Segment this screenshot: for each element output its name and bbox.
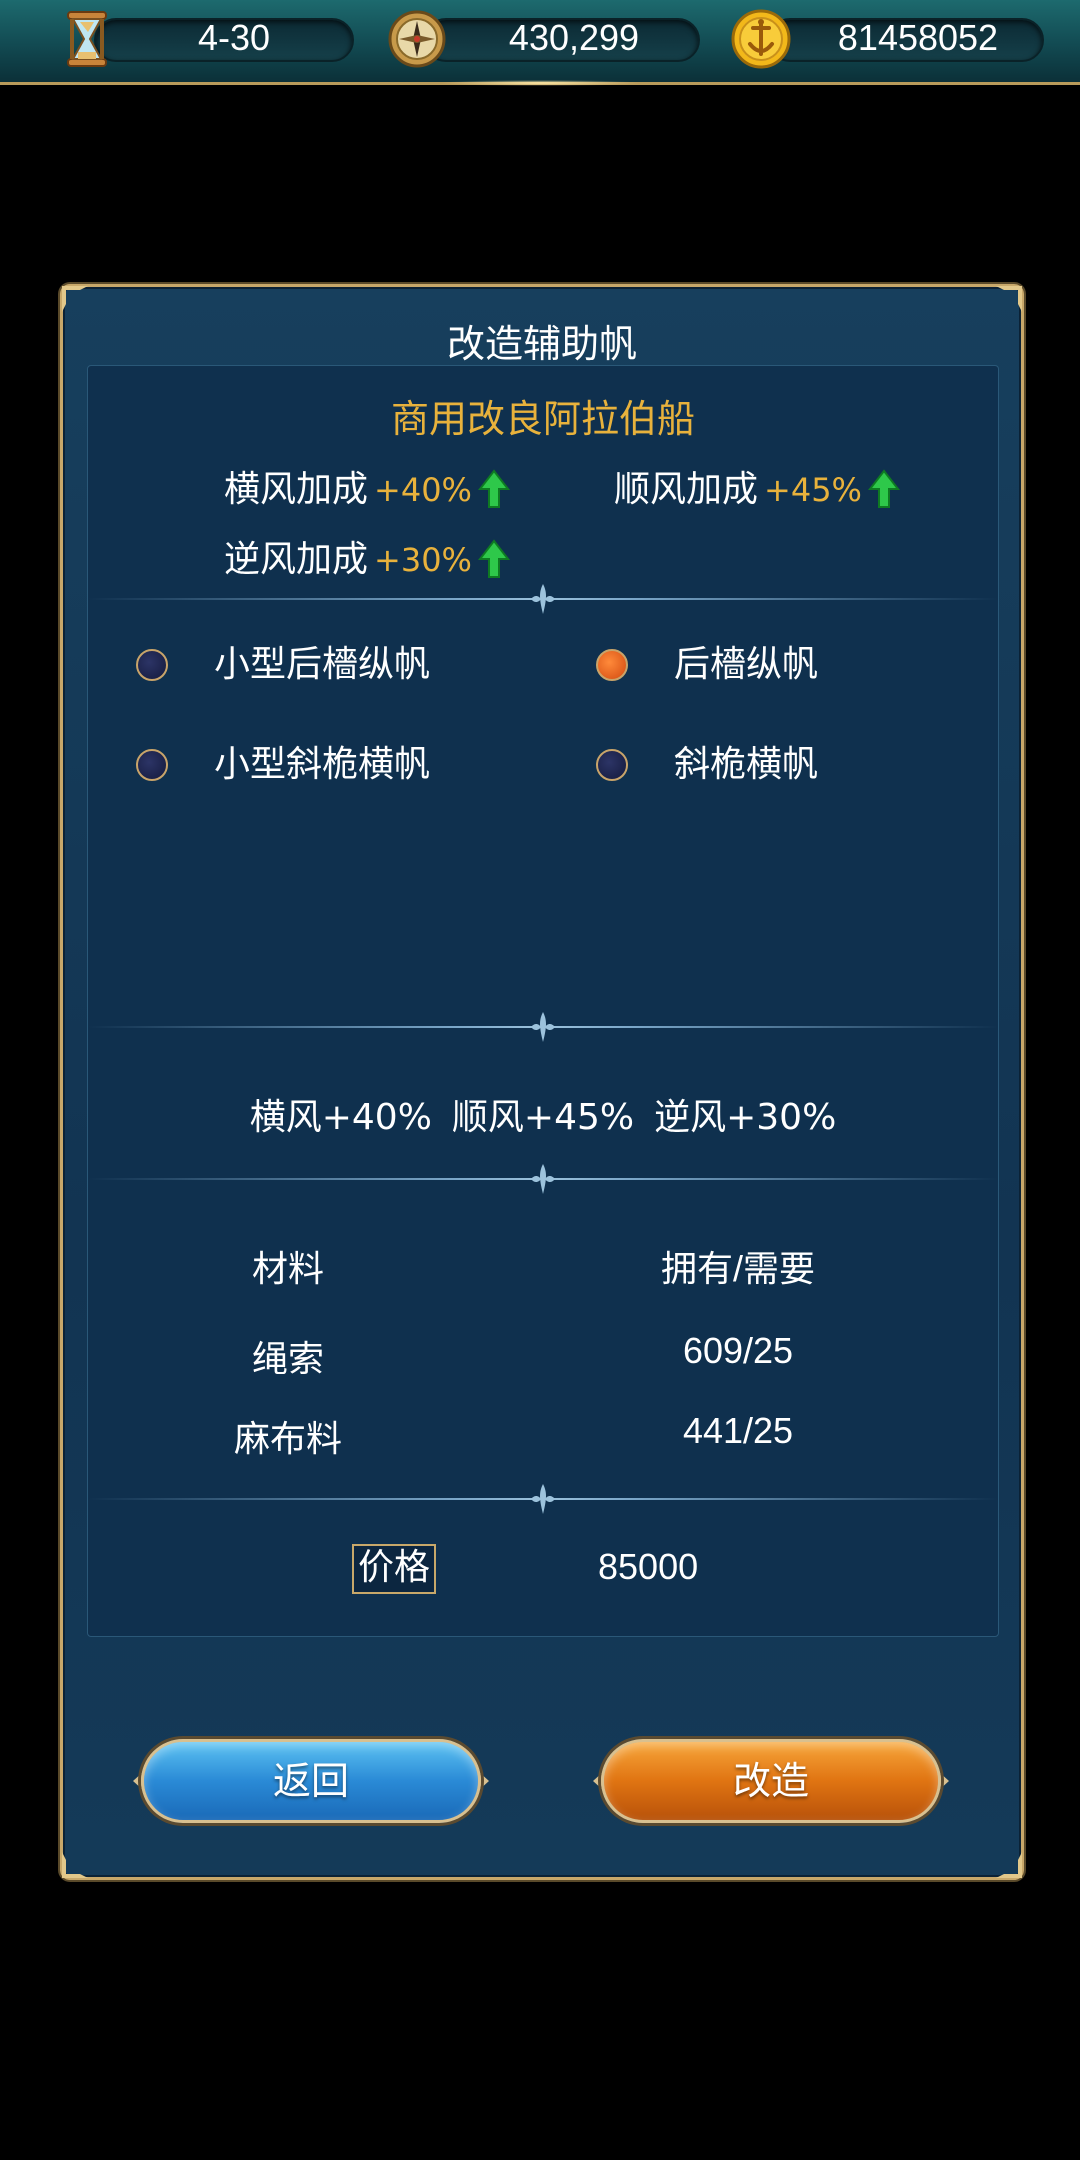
- sail-option-small-mizzen-fore-aft[interactable]: 小型后檣纵帆: [136, 642, 496, 692]
- sail-option-small-bowsprit-square[interactable]: 小型斜桅横帆: [136, 742, 496, 792]
- fame-value: 430,299: [508, 17, 640, 58]
- ornament-divider: [88, 1484, 998, 1514]
- materials-header: 材料 拥有/需要: [251, 1248, 815, 1290]
- headwind-bonus: 逆风加成 +30%: [224, 530, 510, 582]
- fame-resource: 430,299: [384, 10, 704, 68]
- date-value: 4-30: [197, 17, 271, 58]
- material-row: 绳索 609/25: [251, 1330, 794, 1380]
- tailwind-bonus: 顺风加成 +45%: [614, 460, 900, 512]
- up-arrow-icon: [477, 539, 510, 578]
- radio-button[interactable]: [136, 649, 168, 681]
- dialog-title: 改造辅助帆: [446, 322, 637, 366]
- refit-panel: 商用改良阿拉伯船 横风加成 +40% 顺风加成 +45% 逆风加成 +30% 小型后檣…: [87, 365, 999, 1637]
- radio-button-selected[interactable]: [596, 649, 628, 681]
- corner-ornament: [60, 284, 90, 314]
- gold-value: 81458052: [837, 17, 999, 58]
- ornament-divider: [88, 584, 998, 614]
- refit-button[interactable]: 改造: [591, 1733, 951, 1829]
- corner-ornament: [994, 1850, 1024, 1880]
- price-value: 85000: [598, 1546, 699, 1587]
- ship-name: 商用改良阿拉伯船: [390, 397, 695, 441]
- material-row: 麻布料 441/25: [233, 1410, 794, 1460]
- crosswind-bonus: 横风加成 +40%: [224, 460, 510, 512]
- radio-button[interactable]: [596, 749, 628, 781]
- price-label: 价格: [352, 1544, 437, 1594]
- corner-ornament: [60, 1850, 90, 1880]
- gold-resource: 81458052: [728, 9, 1048, 69]
- refit-result-summary: 横风+40% 顺风+45% 逆风+30%: [249, 1097, 837, 1138]
- gold-coin-icon: [728, 6, 794, 72]
- radio-button[interactable]: [136, 749, 168, 781]
- refit-sail-dialog: 改造辅助帆 商用改良阿拉伯船 横风加成 +40% 顺风加成 +45% 逆风加成 +30…: [60, 284, 1024, 1880]
- sail-option-mizzen-fore-aft[interactable]: 后檣纵帆: [596, 642, 936, 692]
- date-resource: 4-30: [54, 11, 354, 67]
- up-arrow-icon: [867, 469, 900, 508]
- compass-icon: [384, 6, 450, 72]
- ornament-divider: [88, 1164, 998, 1194]
- corner-ornament: [994, 284, 1024, 314]
- back-button[interactable]: 返回: [131, 1733, 491, 1829]
- resource-bar: 4-30 430,299 81458052: [0, 0, 1080, 86]
- hourglass-icon: [54, 6, 120, 72]
- ornament-divider: [88, 1012, 998, 1042]
- sail-option-bowsprit-square[interactable]: 斜桅横帆: [596, 742, 936, 792]
- up-arrow-icon: [477, 469, 510, 508]
